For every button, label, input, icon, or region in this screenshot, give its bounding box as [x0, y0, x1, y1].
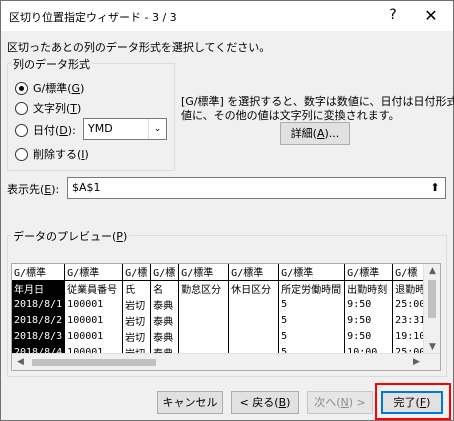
wizard-dialog: 区切り位置指定ウィザード - 3 / 3 ? ✕ 区切ったあとの列のデータ形式を… — [0, 0, 454, 421]
preview-row: 2018/8/3 100001 岩切 泰典 5 9:50 19:10 — [12, 328, 435, 344]
preview-cell[interactable] — [178, 328, 230, 344]
preview-col-format[interactable]: G/標準 — [278, 264, 346, 281]
preview-cell[interactable]: 氏 — [122, 280, 152, 296]
radio-text-indicator[interactable] — [15, 101, 28, 115]
cancel-button[interactable]: キャンセル — [157, 391, 223, 414]
data-preview-grid[interactable]: G/標準 G/標準 G/標 G/標 G/標準 G/標準 G/標準 G/標準 G/… — [11, 263, 441, 371]
preview-cell[interactable] — [178, 312, 230, 328]
preview-cell[interactable]: 2018/8/2 — [12, 312, 66, 328]
description-line-2: 値に、その他の値は文字列に変換されます。 — [181, 109, 400, 122]
preview-cell[interactable] — [228, 328, 280, 344]
radio-skip-label: 削除する(I) — [33, 148, 89, 161]
preview-row: 2018/8/1 100001 岩切 泰典 5 9:50 25:00: — [12, 296, 435, 312]
preview-cell[interactable] — [178, 296, 230, 312]
scroll-left-icon[interactable]: ◀ — [12, 357, 29, 367]
finish-highlight-box — [375, 383, 451, 420]
preview-cell[interactable]: 岩切 — [122, 296, 152, 312]
date-format-select[interactable]: YMD ⌄ — [83, 118, 167, 140]
preview-col-format[interactable]: G/標準 — [178, 264, 230, 281]
preview-table: G/標準 G/標準 G/標 G/標 G/標準 G/標準 G/標準 G/標準 G/… — [12, 264, 435, 360]
preview-cell[interactable]: 岩切 — [122, 312, 152, 328]
radio-date[interactable]: 日付(D): — [15, 121, 76, 139]
radio-general-label: G/標準(G) — [33, 82, 85, 95]
column-format-group-label: 列のデータ形式 — [11, 56, 92, 72]
preview-cell[interactable]: 2018/8/3 — [12, 328, 66, 344]
preview-cell[interactable] — [228, 296, 280, 312]
window-title: 区切り位置指定ウィザード - 3 / 3 — [9, 11, 177, 24]
preview-cell[interactable]: 9:50 — [344, 328, 394, 344]
preview-cell[interactable]: 名 — [150, 280, 180, 296]
scroll-up-icon[interactable]: ▲ — [424, 266, 440, 276]
radio-text-label: 文字列(T) — [33, 102, 82, 115]
preview-cell[interactable]: 勤怠区分 — [178, 280, 230, 296]
destination-input[interactable]: $A$1 ⬆ — [67, 177, 446, 199]
destination-label: 表示先(E): — [7, 183, 60, 196]
close-button[interactable]: ✕ — [409, 1, 453, 30]
horizontal-scroll-thumb[interactable] — [32, 359, 156, 366]
preview-col-format[interactable]: G/標準 — [64, 264, 124, 281]
preview-cell[interactable]: 泰典 — [150, 328, 180, 344]
advanced-button[interactable]: 詳細(A)... — [280, 122, 350, 145]
preview-cell[interactable] — [228, 312, 280, 328]
preview-cell[interactable]: 9:50 — [344, 312, 394, 328]
instruction-text: 区切ったあとの列のデータ形式を選択してください。 — [7, 41, 271, 54]
preview-cell[interactable]: 所定労働時間 — [278, 280, 346, 296]
preview-cell[interactable]: 年月日 — [12, 280, 66, 296]
scroll-down-icon[interactable]: ▼ — [424, 342, 440, 352]
preview-row: 年月日 従業員番号 氏 名 勤怠区分 休日区分 所定労働時間 出勤時刻 退勤時 — [12, 280, 435, 296]
preview-cell[interactable]: 泰典 — [150, 312, 180, 328]
preview-cell[interactable]: 休日区分 — [228, 280, 280, 296]
preview-horizontal-scrollbar[interactable]: ◀ ▶ — [12, 353, 440, 370]
preview-col-format[interactable]: G/標 — [122, 264, 152, 281]
preview-cell[interactable]: 5 — [278, 296, 346, 312]
preview-cell[interactable]: 100001 — [64, 312, 124, 328]
preview-row: 2018/8/2 100001 岩切 泰典 5 9:50 23:31 — [12, 312, 435, 328]
preview-cell[interactable]: 5 — [278, 312, 346, 328]
title-bar: 区切り位置指定ウィザード - 3 / 3 ? ✕ — [1, 1, 453, 31]
radio-date-label: 日付(D): — [33, 124, 76, 137]
preview-cell[interactable]: 従業員番号 — [64, 280, 124, 296]
destination-value: $A$1 — [72, 181, 101, 194]
preview-group-label: データのプレビュー(P) — [11, 228, 130, 244]
preview-cell[interactable]: 9:50 — [344, 296, 394, 312]
preview-cell[interactable]: 2018/8/1 — [12, 296, 66, 312]
preview-cell[interactable]: 5 — [278, 328, 346, 344]
preview-cell[interactable]: 100001 — [64, 296, 124, 312]
preview-cell[interactable]: 100001 — [64, 328, 124, 344]
range-select-icon[interactable]: ⬆ — [426, 179, 444, 197]
radio-skip[interactable]: 削除する(I) — [15, 145, 89, 163]
preview-vertical-scrollbar[interactable]: ▲ ▼ — [423, 264, 440, 355]
scroll-right-icon[interactable]: ▶ — [408, 357, 425, 367]
radio-text[interactable]: 文字列(T) — [15, 99, 81, 117]
radio-general-indicator[interactable] — [15, 81, 28, 95]
preview-col-format[interactable]: G/標準 — [228, 264, 280, 281]
preview-col-format[interactable]: G/標準 — [344, 264, 394, 281]
back-button[interactable]: < 戻る(B) — [231, 391, 299, 414]
preview-format-row: G/標準 G/標準 G/標 G/標 G/標準 G/標準 G/標準 G/標準 G/… — [12, 264, 435, 281]
preview-cell[interactable]: 出勤時刻 — [344, 280, 394, 296]
radio-general[interactable]: G/標準(G) — [15, 79, 84, 97]
next-button[interactable]: 次へ(N) > — [307, 391, 373, 414]
preview-col-format[interactable]: G/標準 — [12, 264, 66, 281]
radio-date-indicator[interactable] — [15, 123, 28, 137]
radio-skip-indicator[interactable] — [15, 147, 28, 161]
preview-cell[interactable]: 岩切 — [122, 328, 152, 344]
vertical-scroll-thumb[interactable] — [428, 280, 436, 318]
chevron-down-icon[interactable]: ⌄ — [148, 119, 166, 139]
date-format-value: YMD — [88, 122, 113, 135]
preview-col-format[interactable]: G/標 — [150, 264, 180, 281]
preview-cell[interactable]: 泰典 — [150, 296, 180, 312]
